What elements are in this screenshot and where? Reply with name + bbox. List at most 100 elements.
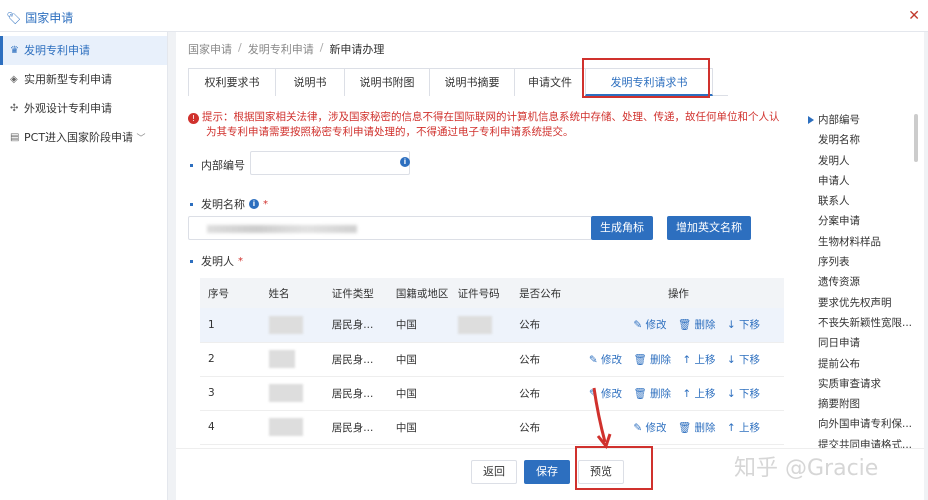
inventor-text: 发明人 (201, 255, 234, 268)
delete-button[interactable]: 🗑︎ 删除 (678, 422, 716, 434)
table-row[interactable]: 3 居民身... 中国 公布 ✎ 修改 🗑︎ 删除 ↑ 上移 ↓ 下移 (200, 376, 784, 411)
delete-button[interactable]: 🗑︎ 删除 (633, 388, 671, 400)
tag-icon: 🏷︎ (6, 10, 22, 25)
internal-no-input[interactable] (250, 151, 410, 175)
notice-line1: 提示：根据国家相关法律，涉及国家秘密的信息不得在国际联网的计算机信息系统中存储、… (202, 111, 780, 123)
cell-nation: 中国 (387, 376, 450, 411)
cell-publish: 公布 (511, 410, 573, 445)
table-row[interactable]: 2 居民身... 中国 公布 ✎ 修改 🗑︎ 删除 ↑ 上移 ↓ 下移 (200, 342, 784, 377)
blurred-name (268, 315, 303, 334)
anchor-abstract-fig[interactable]: 摘要附图 (806, 394, 914, 414)
preview-button[interactable]: 预览 (578, 460, 624, 484)
anchor-genetic[interactable]: 遗传资源 (806, 272, 914, 292)
anchor-invention-name[interactable]: 发明名称 (806, 130, 914, 150)
invention-name-input[interactable] (188, 216, 592, 240)
main-panel: 国家申请 / 发明专利申请 / 新申请办理 权利要求书 说明书 说明书附图 说明… (176, 32, 924, 500)
tab-files[interactable]: 申请文件 (514, 68, 586, 96)
save-button[interactable]: 保存 (524, 460, 570, 484)
move-down-button[interactable]: ↓ 下移 (727, 354, 760, 366)
sidebar-item-invention[interactable]: ♛ 发明专利申请 (0, 36, 167, 65)
tab-claims[interactable]: 权利要求书 (188, 68, 276, 96)
move-up-button[interactable]: ↑ 上移 (682, 354, 715, 366)
anchor-grace[interactable]: 不丧失新颖性宽限... (806, 313, 914, 333)
bullet (190, 202, 193, 206)
delete-button[interactable]: 🗑︎ 删除 (678, 319, 716, 331)
anchor-applicant[interactable]: 申请人 (806, 171, 914, 191)
cell-id-no (449, 376, 512, 411)
table-row[interactable]: 4 居民身... 中国 公布 ✎ 修改 🗑︎ 删除 ↑ 上移 (200, 410, 784, 445)
sidebar-item-label: 外观设计专利申请 (24, 102, 112, 115)
table-row[interactable]: 1 居民身... 中国 公布 ✎ 修改 🗑︎ 删除 ↓ 下移 (200, 308, 784, 343)
required-mark: * (263, 198, 268, 210)
breadcrumb-current: 新申请办理 (329, 43, 385, 56)
arrow-annotation (592, 387, 612, 450)
invention-name-text: 发明名称 (201, 198, 245, 211)
move-up-button[interactable]: ↑ 上移 (682, 388, 715, 400)
col-publish: 是否公布 (511, 278, 573, 308)
cell-name (260, 342, 324, 377)
col-ops: 操作 (572, 278, 784, 308)
chevron-down-icon: ﹀ (136, 134, 146, 144)
anchor-priority[interactable]: 要求优先权声明 (806, 293, 914, 313)
sidebar-item-label: 发明专利申请 (24, 44, 90, 57)
inventor-label: 发明人 * (190, 253, 243, 269)
edit-button[interactable]: ✎ 修改 (589, 354, 622, 366)
move-down-button[interactable]: ↓ 下移 (727, 388, 760, 400)
sidebar-item-pct[interactable]: ▤ PCT进入国家阶段申请 ﹀ (0, 123, 167, 152)
anchor-internal-no[interactable]: 内部编号 (806, 110, 914, 130)
delete-button[interactable]: 🗑︎ 删除 (633, 354, 671, 366)
cell-id-type: 居民身... (323, 410, 388, 445)
close-icon[interactable]: ✕ (908, 8, 920, 24)
cell-nation: 中国 (387, 342, 450, 377)
move-up-button[interactable]: ↑ 上移 (727, 422, 760, 434)
watermark: 知乎 @Gracie (734, 456, 879, 481)
alert-icon: ! (188, 113, 199, 124)
cell-id-no (449, 342, 512, 377)
tab-abstract[interactable]: 说明书摘要 (429, 68, 515, 96)
doc-icon: ▤ (10, 132, 20, 143)
breadcrumb-item[interactable]: 发明专利申请 (248, 41, 314, 57)
sidebar-item-utility[interactable]: ◈ 实用新型专利申请 (0, 65, 167, 94)
tab-request[interactable]: 发明专利请求书 (585, 68, 713, 96)
generate-abbrev-button[interactable]: 生成角标 (591, 216, 653, 240)
anchor-early-pub[interactable]: 提前公布 (806, 354, 914, 374)
anchor-bio-sample[interactable]: 生物材料样品 (806, 232, 914, 252)
blurred-name (268, 418, 303, 436)
edit-button[interactable]: ✎ 修改 (633, 319, 666, 331)
tab-description[interactable]: 说明书 (275, 68, 345, 96)
cell-ops: ✎ 修改 🗑︎ 删除 ↑ 上移 ↓ 下移 (572, 342, 784, 377)
breadcrumb-item[interactable]: 国家申请 (188, 41, 232, 57)
anchor-foreign[interactable]: 向外国申请专利保... (806, 414, 914, 434)
anchor-divisional[interactable]: 分案申请 (806, 211, 914, 231)
window-titlebar: 🏷︎ 国家申请 ✕ (0, 0, 928, 32)
back-button[interactable]: 返回 (471, 460, 517, 484)
tab-drawings[interactable]: 说明书附图 (344, 68, 430, 96)
breadcrumb-separator: / (319, 41, 324, 54)
move-down-button[interactable]: ↓ 下移 (727, 319, 760, 331)
sidebar: ♛ 发明专利申请 ◈ 实用新型专利申请 ✣ 外观设计专利申请 ▤ PCT进入国家… (0, 32, 168, 500)
cell-name (260, 308, 324, 343)
add-english-name-button[interactable]: 增加英文名称 (667, 216, 751, 240)
info-icon[interactable]: i (400, 157, 410, 167)
tab-bar: 权利要求书 说明书 说明书附图 说明书摘要 申请文件 发明专利请求书 (188, 68, 728, 96)
anchor-contact[interactable]: 联系人 (806, 191, 914, 211)
cell-no: 3 (200, 376, 261, 411)
anchor-inventor[interactable]: 发明人 (806, 151, 914, 171)
blurred-text (207, 225, 357, 233)
info-icon[interactable]: i (249, 199, 259, 209)
blurred-id (457, 315, 492, 334)
settings-icon: ✣ (10, 103, 19, 114)
blurred-name (268, 384, 303, 402)
anchor-exam[interactable]: 实质审查请求 (806, 374, 914, 394)
cell-name (260, 410, 324, 445)
cell-id-type: 居民身... (323, 308, 388, 343)
cell-publish: 公布 (511, 308, 573, 343)
anchor-same-day[interactable]: 同日申请 (806, 333, 914, 353)
cell-id-no (449, 410, 512, 445)
edit-button[interactable]: ✎ 修改 (633, 422, 666, 434)
window-title: 🏷︎ 国家申请 (6, 9, 73, 26)
scrollbar[interactable] (914, 114, 918, 162)
col-id-type: 证件类型 (323, 278, 388, 308)
anchor-sequence[interactable]: 序列表 (806, 252, 914, 272)
sidebar-item-design[interactable]: ✣ 外观设计专利申请 (0, 94, 167, 123)
